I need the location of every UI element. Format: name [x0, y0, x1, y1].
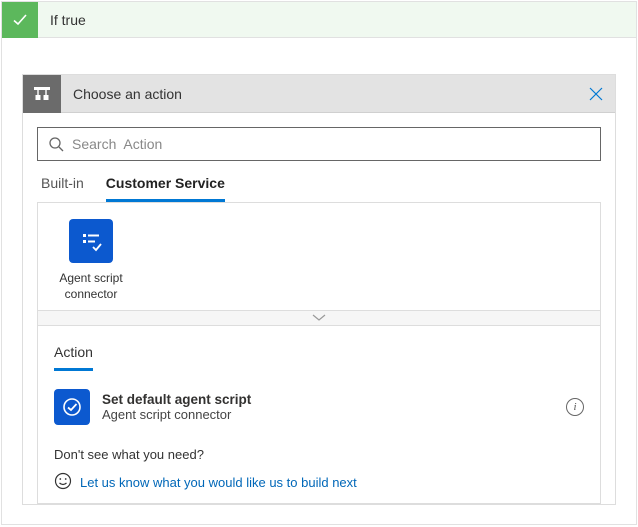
panel-title: Choose an action: [61, 86, 577, 102]
action-set-default-agent-script[interactable]: Set default agent script Agent script co…: [54, 385, 584, 443]
panel-header: Choose an action: [23, 75, 615, 113]
action-text: Set default agent script Agent script co…: [102, 392, 554, 422]
check-circle-icon: [54, 389, 90, 425]
action-picker-icon: [23, 75, 61, 113]
search-input[interactable]: [72, 136, 590, 152]
feedback-link[interactable]: Let us know what you would like us to bu…: [80, 475, 357, 490]
check-icon: [2, 2, 38, 38]
smile-icon: [54, 472, 72, 493]
action-item-subtitle: Agent script connector: [102, 407, 554, 422]
tab-built-in[interactable]: Built-in: [41, 175, 84, 202]
tile-agent-script-connector[interactable]: Agent script connector: [48, 219, 134, 302]
search-icon: [48, 136, 64, 152]
condition-title: If true: [38, 12, 86, 28]
action-heading: Action: [54, 344, 93, 371]
footer-prompt: Don't see what you need?: [54, 447, 584, 462]
close-icon: [589, 87, 603, 101]
connector-tabs: Built-in Customer Service: [37, 161, 601, 202]
chevron-down-icon: [312, 314, 326, 322]
condition-header: If true: [2, 2, 636, 38]
connector-tiles: Agent script connector: [37, 202, 601, 310]
list-check-icon: [69, 219, 113, 263]
expand-toggle[interactable]: [37, 310, 601, 326]
tab-customer-service[interactable]: Customer Service: [106, 175, 225, 202]
action-section: Action Set default agent script Agent sc…: [37, 326, 601, 504]
choose-action-panel: Choose an action Built-in Cust: [22, 74, 616, 505]
close-button[interactable]: [577, 75, 615, 113]
tile-label: Agent script connector: [48, 271, 134, 302]
action-item-title: Set default agent script: [102, 392, 554, 407]
search-box[interactable]: [37, 127, 601, 161]
info-icon[interactable]: i: [566, 398, 584, 416]
